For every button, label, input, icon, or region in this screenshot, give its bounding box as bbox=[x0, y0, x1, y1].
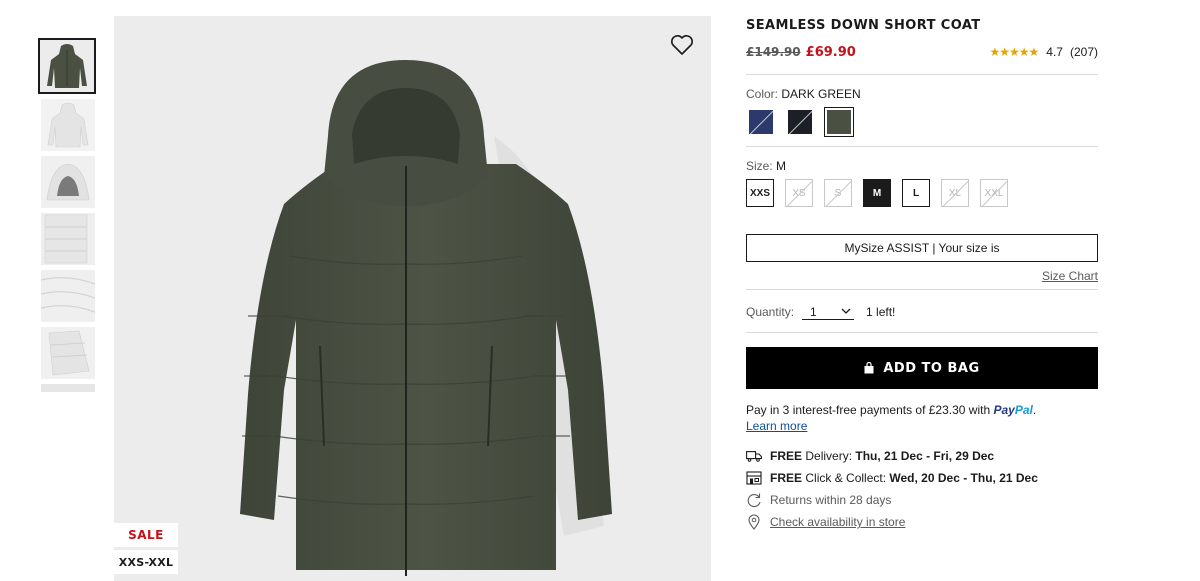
quantity-label: Quantity: bbox=[746, 305, 795, 319]
quantity-value: 1 bbox=[810, 304, 817, 319]
delivery-row: FREE Delivery: Thu, 21 Dec - Fri, 29 Dec bbox=[746, 445, 1098, 467]
price-row: £149.90 £69.90 ★★★★★ 4.7 (207) bbox=[746, 43, 1098, 61]
size-chart-row: Size Chart bbox=[746, 269, 1098, 283]
add-to-bag-label: ADD TO BAG bbox=[883, 360, 980, 376]
size-option-m[interactable]: M bbox=[863, 179, 891, 207]
more-thumbnail-image bbox=[41, 384, 95, 392]
rating-count: (207) bbox=[1069, 45, 1098, 59]
original-price: £149.90 bbox=[746, 45, 801, 59]
quilt-detail-thumbnail-image bbox=[41, 213, 95, 265]
stock-note: 1 left! bbox=[866, 305, 896, 319]
pocket-detail-thumbnail-image bbox=[41, 327, 95, 379]
returns-text: Returns within 28 days bbox=[770, 493, 892, 507]
quantity-select[interactable]: 1 bbox=[802, 304, 855, 320]
delivery-dates: Thu, 21 Dec - Fri, 29 Dec bbox=[855, 449, 995, 463]
down-coat-illustration bbox=[240, 60, 612, 576]
store-availability-row: Check availability in store bbox=[746, 511, 1098, 533]
thumbnail-hood-detail[interactable] bbox=[41, 156, 95, 208]
click-collect-row: FREE Click & Collect: Wed, 20 Dec - Thu,… bbox=[746, 467, 1098, 489]
white-coat-thumbnail-image bbox=[41, 99, 95, 151]
size-option-l[interactable]: L bbox=[902, 179, 930, 207]
free-collect-label: FREE bbox=[770, 471, 803, 485]
size-option-xxl[interactable]: XXL bbox=[980, 179, 1008, 207]
coat-thumbnail-image bbox=[40, 40, 94, 92]
product-details-panel: SEAMLESS DOWN SHORT COAT £149.90 £69.90 … bbox=[746, 16, 1098, 533]
check-store-availability-link[interactable]: Check availability in store bbox=[770, 515, 905, 529]
paypal-period: . bbox=[1032, 403, 1037, 417]
shopping-bag-icon bbox=[864, 362, 874, 374]
color-value: DARK GREEN bbox=[781, 87, 861, 101]
divider bbox=[746, 332, 1098, 333]
favorite-heart-icon[interactable] bbox=[669, 32, 695, 58]
product-title: SEAMLESS DOWN SHORT COAT bbox=[746, 18, 981, 33]
color-swatch-black[interactable] bbox=[785, 107, 815, 137]
size-label-row: Size: M bbox=[746, 159, 1098, 173]
rating-score: 4.7 bbox=[1046, 45, 1063, 59]
swatch-fill bbox=[788, 110, 812, 134]
product-main-image[interactable]: SALE XXS-XXL bbox=[114, 16, 711, 581]
paypal-text: Pay in 3 interest-free payments of £23.3… bbox=[746, 403, 991, 417]
collect-dates: Wed, 20 Dec - Thu, 21 Dec bbox=[889, 471, 1038, 485]
returns-row: Returns within 28 days bbox=[746, 489, 1098, 511]
store-icon bbox=[746, 470, 762, 486]
swatch-fill bbox=[749, 110, 773, 134]
collect-text: Click & Collect: bbox=[805, 471, 887, 485]
thumbnail-pocket-detail[interactable] bbox=[41, 327, 95, 379]
learn-more-link[interactable]: Learn more bbox=[746, 419, 807, 433]
fabric-detail-thumbnail-image bbox=[41, 270, 95, 322]
size-option-xl[interactable]: XL bbox=[941, 179, 969, 207]
thumbnail-quilt-detail[interactable] bbox=[41, 213, 95, 265]
mysize-assist-button[interactable]: MySize ASSIST | Your size is bbox=[746, 234, 1098, 262]
thumbnail-strip bbox=[38, 38, 96, 397]
thumbnail-fabric-detail[interactable] bbox=[41, 270, 95, 322]
divider bbox=[746, 74, 1098, 75]
sale-badge: SALE bbox=[114, 523, 178, 547]
divider bbox=[746, 146, 1098, 147]
size-option-xxs[interactable]: XXS bbox=[746, 179, 774, 207]
quantity-row: Quantity: 1 1 left! bbox=[746, 304, 1098, 320]
thumbnail-white-coat[interactable] bbox=[41, 99, 95, 151]
color-label-row: Color: DARK GREEN bbox=[746, 87, 1098, 101]
delivery-text: Delivery: bbox=[805, 449, 853, 463]
sale-price: £69.90 bbox=[805, 44, 856, 60]
rating-stars-icon: ★★★★★ bbox=[989, 45, 1040, 59]
size-options: XXS XS S M L XL XXL bbox=[746, 179, 1098, 207]
paypal-logo-pal: Pal bbox=[1014, 403, 1033, 417]
product-rating[interactable]: ★★★★★ 4.7 (207) bbox=[990, 45, 1099, 59]
chevron-down-icon bbox=[841, 308, 851, 314]
returns-icon bbox=[746, 492, 762, 508]
add-to-bag-button[interactable]: ADD TO BAG bbox=[746, 347, 1098, 389]
color-swatch-navy[interactable] bbox=[746, 107, 776, 137]
size-option-xs[interactable]: XS bbox=[785, 179, 813, 207]
paypal-logo-pay: Pay bbox=[993, 403, 1015, 417]
location-pin-icon bbox=[746, 514, 762, 530]
size-label: Size: bbox=[746, 159, 773, 173]
color-swatches bbox=[746, 107, 1098, 137]
free-delivery-label: FREE bbox=[770, 449, 803, 463]
color-swatch-dark-green[interactable] bbox=[824, 107, 854, 137]
size-value: M bbox=[776, 159, 787, 173]
swatch-fill bbox=[827, 110, 851, 134]
delivery-truck-icon bbox=[746, 448, 762, 464]
size-range-badge: XXS-XXL bbox=[114, 550, 178, 574]
paypal-installments: Pay in 3 interest-free payments of £23.3… bbox=[746, 402, 1098, 434]
divider bbox=[746, 289, 1098, 290]
thumbnail-more[interactable] bbox=[41, 384, 95, 392]
size-option-s[interactable]: S bbox=[824, 179, 852, 207]
thumbnail-dark-green-coat[interactable] bbox=[38, 38, 96, 94]
color-label: Color: bbox=[746, 87, 779, 101]
hood-detail-thumbnail-image bbox=[41, 156, 95, 208]
size-chart-link[interactable]: Size Chart bbox=[1042, 269, 1098, 283]
